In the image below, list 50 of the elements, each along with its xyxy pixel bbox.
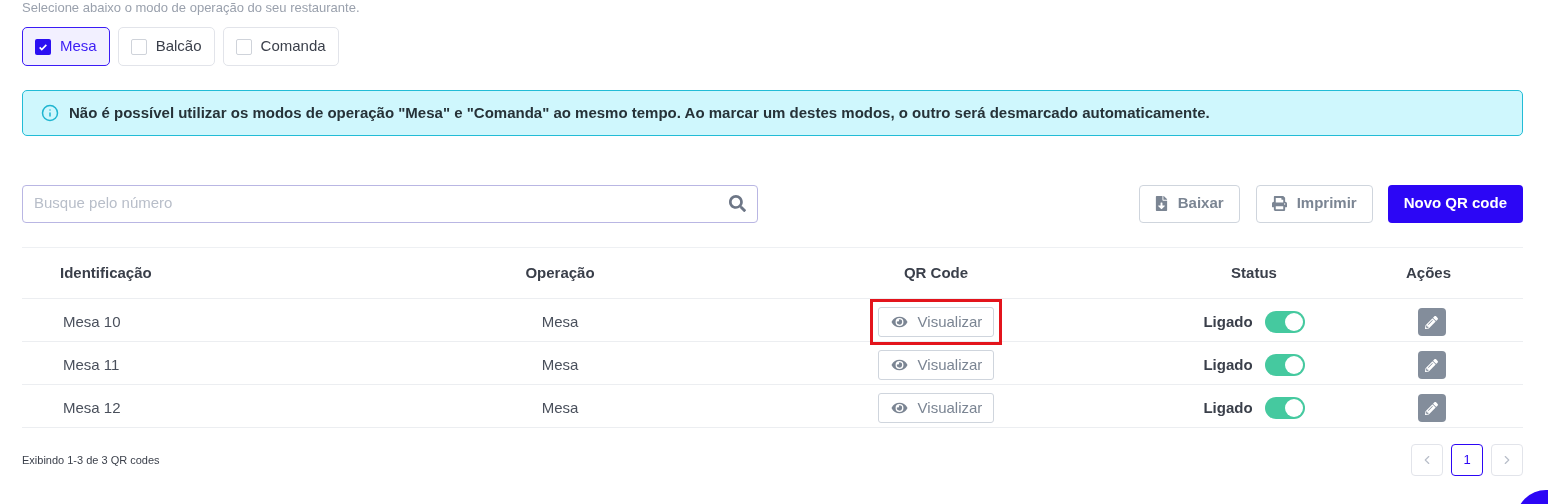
table-cell: Mesa 11 <box>63 355 120 373</box>
status-label: Ligado <box>1203 354 1253 375</box>
column-header: Identificação <box>60 263 152 281</box>
previous-page-button[interactable] <box>1411 444 1443 476</box>
printer-icon <box>1271 196 1287 211</box>
search-icon <box>729 195 746 212</box>
download-button[interactable]: Baixar <box>1138 184 1240 223</box>
new-qr-code-button[interactable]: Novo QR code <box>1387 184 1523 223</box>
column-header: QR Code <box>903 263 969 281</box>
status-label: Ligado <box>1203 311 1253 332</box>
eye-icon <box>889 358 909 372</box>
table-cell: Mesa <box>541 398 579 416</box>
view-button[interactable]: Visualizar <box>877 393 995 423</box>
table-cell: Mesa <box>541 312 579 330</box>
table-cell: Mesa <box>541 355 579 373</box>
pencil-icon <box>1425 401 1438 415</box>
column-header: Ações <box>1406 263 1451 281</box>
edit-button[interactable] <box>1417 308 1446 336</box>
column-header: Operação <box>525 263 595 281</box>
edit-button[interactable] <box>1417 394 1446 422</box>
view-button[interactable]: Visualizar <box>877 350 995 380</box>
table-cell: Mesa 12 <box>63 398 121 416</box>
checkbox-icon <box>35 38 51 55</box>
mode-checkbox[interactable]: Mesa <box>22 27 110 66</box>
column-header: Status <box>1231 263 1277 281</box>
edit-button[interactable] <box>1417 351 1446 379</box>
next-page-button[interactable] <box>1491 444 1523 476</box>
results-summary: Exibindo 1-3 de 3 QR codes <box>22 452 160 468</box>
search-bar[interactable]: Busque pelo número <box>22 184 758 223</box>
pencil-icon <box>1425 358 1438 372</box>
table-cell: Mesa 10 <box>63 312 121 330</box>
eye-icon <box>889 401 909 415</box>
status-toggle[interactable] <box>1264 354 1305 376</box>
view-button[interactable]: Visualizar <box>877 307 995 337</box>
status-toggle[interactable] <box>1264 311 1305 333</box>
pencil-icon <box>1425 315 1438 329</box>
search-field[interactable]: Busque pelo número <box>34 192 729 215</box>
file-download-icon <box>1154 196 1168 211</box>
print-button[interactable]: Imprimir <box>1255 184 1373 223</box>
page-button[interactable]: 1 <box>1451 444 1483 476</box>
status-label: Ligado <box>1203 397 1253 418</box>
status-toggle[interactable] <box>1264 397 1305 419</box>
alert-text: Não é possível utilizar os modos de operação "Mesa" e "Comanda" ao mesmo tempo. Ao marcar um destes modos, o outro será desmarcado automaticamente. <box>69 102 1210 123</box>
checkbox-icon <box>235 38 252 55</box>
eye-icon <box>889 315 909 329</box>
checkbox-icon <box>130 38 147 55</box>
info-icon <box>41 104 59 122</box>
subtitle: Selecione abaixo o modo de operação do seu restaurante. <box>22 0 360 15</box>
mode-checkbox[interactable]: Comanda <box>222 27 339 66</box>
mode-checkbox[interactable]: Balcão <box>117 27 215 66</box>
